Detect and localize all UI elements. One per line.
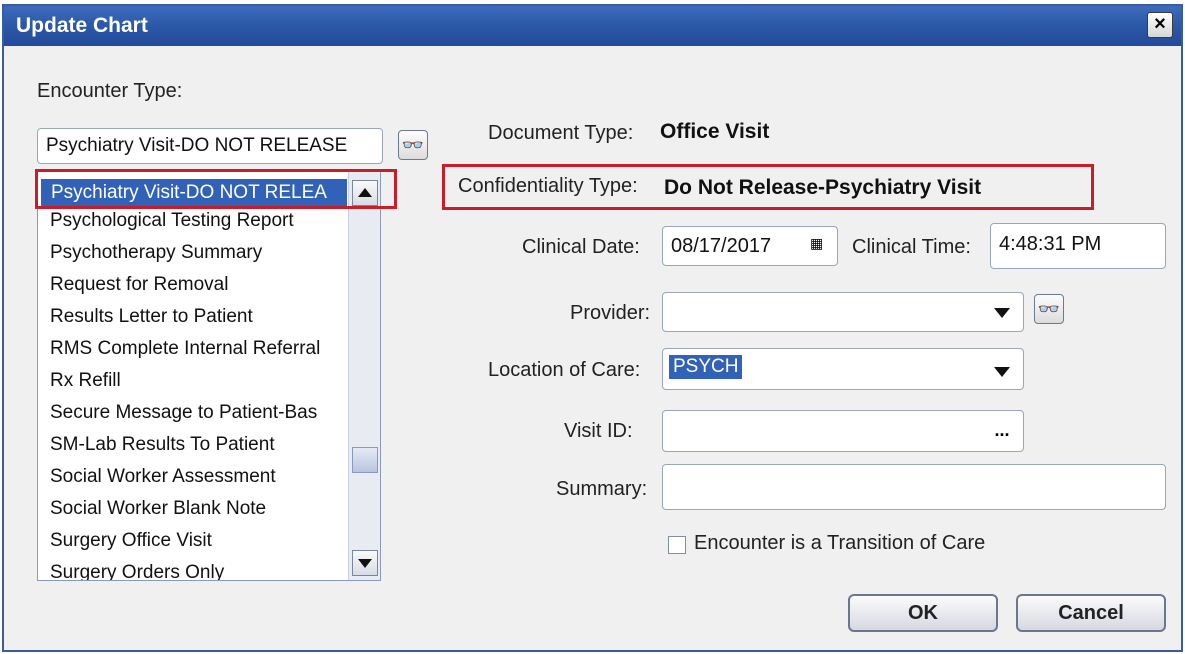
list-item[interactable]: Surgery Orders Only	[50, 562, 224, 580]
list-item[interactable]: Social Worker Assessment	[50, 466, 276, 488]
cancel-button[interactable]: Cancel	[1016, 594, 1166, 632]
update-chart-dialog: Update Chart × Encounter Type: Psychiatr…	[2, 4, 1183, 652]
encounter-search-binoculars-icon[interactable]: 👓	[398, 130, 428, 160]
location-of-care-select[interactable]: PSYCH	[662, 348, 1024, 390]
document-type-label: Document Type:	[488, 122, 634, 144]
scroll-thumb[interactable]	[352, 447, 378, 473]
list-item[interactable]: Results Letter to Patient	[50, 306, 253, 328]
ok-button[interactable]: OK	[848, 594, 998, 632]
encounter-type-input[interactable]: Psychiatry Visit-DO NOT RELEASE	[37, 128, 383, 164]
clinical-time-input[interactable]: 4:48:31 PM	[990, 223, 1166, 269]
transition-of-care-checkbox[interactable]	[668, 536, 686, 554]
provider-label: Provider:	[570, 302, 651, 324]
visit-id-browse-button[interactable]: ...	[988, 415, 1016, 445]
encounter-type-list[interactable]: Psychiatry Visit-DO NOT RELEA Psychologi…	[37, 171, 381, 581]
list-scrollbar[interactable]	[348, 172, 380, 580]
list-item[interactable]: Request for Removal	[50, 274, 228, 296]
close-icon[interactable]: ×	[1147, 12, 1173, 38]
provider-search-binoculars-icon[interactable]: 👓	[1034, 294, 1064, 324]
summary-input[interactable]	[662, 464, 1166, 510]
location-of-care-value: PSYCH	[669, 355, 743, 379]
encounter-type-label: Encounter Type:	[37, 80, 183, 102]
clinical-time-label: Clinical Time:	[852, 236, 971, 258]
location-of-care-label: Location of Care:	[488, 359, 641, 381]
visit-id-input[interactable]	[662, 410, 1024, 452]
highlight-box-list	[35, 169, 397, 209]
list-item[interactable]: Surgery Office Visit	[50, 530, 212, 552]
clinical-date-label: Clinical Date:	[522, 236, 640, 258]
title-bar: Update Chart ×	[4, 6, 1181, 46]
list-item[interactable]: Rx Refill	[50, 370, 121, 392]
document-type-value: Office Visit	[660, 120, 770, 143]
provider-dropdown-chevron-down-icon[interactable]	[988, 297, 1016, 327]
summary-label: Summary:	[556, 478, 648, 500]
scroll-down-icon[interactable]	[352, 550, 378, 576]
list-item[interactable]: Social Worker Blank Note	[50, 498, 266, 520]
location-dropdown-chevron-down-icon[interactable]	[988, 356, 1016, 386]
list-item[interactable]: SM-Lab Results To Patient	[50, 434, 275, 456]
provider-select[interactable]	[662, 292, 1024, 332]
list-item[interactable]: Psychotherapy Summary	[50, 242, 262, 264]
list-item[interactable]: RMS Complete Internal Referral	[50, 338, 320, 360]
calendar-icon[interactable]: ▦	[810, 236, 824, 250]
transition-of-care-label: Encounter is a Transition of Care	[694, 532, 986, 554]
list-item[interactable]: Secure Message to Patient-Bas	[50, 402, 317, 424]
list-item[interactable]: Psychological Testing Report	[50, 210, 294, 232]
highlight-box-confidentiality	[442, 164, 1094, 210]
window-title: Update Chart	[16, 14, 148, 37]
visit-id-label: Visit ID:	[564, 420, 633, 442]
